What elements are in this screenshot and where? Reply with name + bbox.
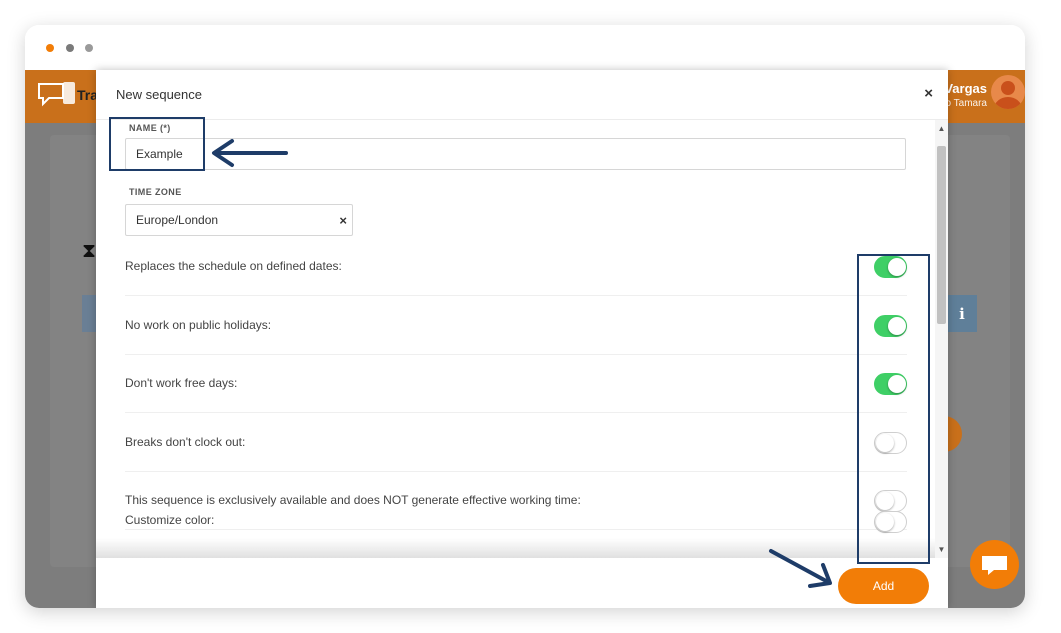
timezone-label: TIME ZONE [129,187,182,197]
close-icon[interactable]: × [924,85,933,102]
app-left-tab[interactable] [82,295,96,332]
avatar-icon [994,81,1022,109]
window-dot-minimize[interactable] [66,44,74,52]
annotation-box-toggles [857,254,930,564]
chat-button[interactable] [970,540,1019,589]
option-row: Breaks don't clock out: [125,414,907,472]
clear-icon[interactable]: × [339,213,347,228]
annotation-box-name [109,117,205,171]
window-dot-maximize[interactable] [85,44,93,52]
annotation-arrow-left [212,139,288,167]
modal-body[interactable]: NAME (*) Example TIME ZONE Europe/London… [96,120,948,558]
option-row: No work on public holidays: [125,297,907,355]
modal-scrollbar[interactable]: ▲ ▼ [935,120,948,558]
annotation-arrow-add [769,549,832,588]
timezone-select[interactable]: Europe/London × [125,204,353,236]
chat-icon [982,556,1007,575]
window-dot-close[interactable] [46,44,54,52]
app-user-info[interactable]: Vargas o Tamara [944,81,987,109]
app-logo-icon [38,82,75,107]
hourglass-icon: ⧗ [82,240,97,262]
option-label: Breaks don't clock out: [125,435,246,449]
option-label: Replaces the schedule on defined dates: [125,259,342,273]
app-logo-text: Tra [77,87,99,103]
info-button[interactable]: i [947,295,977,332]
scroll-up-icon[interactable]: ▲ [935,124,948,133]
scroll-thumb[interactable] [937,146,946,324]
option-label: Customize color: [125,513,215,527]
app-user-sub: o Tamara [945,98,987,109]
window-titlebar [25,25,1025,70]
option-row: Don't work free days: [125,355,907,413]
option-label: This sequence is exclusively available a… [125,493,581,507]
modal-title: New sequence [116,87,202,102]
app-user-name: Vargas [944,81,987,96]
timezone-value: Europe/London [136,213,219,227]
modal-header: New sequence × [96,70,948,120]
scroll-down-icon[interactable]: ▼ [935,545,948,554]
add-button[interactable]: Add [838,568,929,604]
option-label: Don't work free days: [125,376,238,390]
avatar[interactable] [991,75,1025,109]
option-label: No work on public holidays: [125,318,272,332]
option-row: Replaces the schedule on defined dates: [125,238,907,296]
